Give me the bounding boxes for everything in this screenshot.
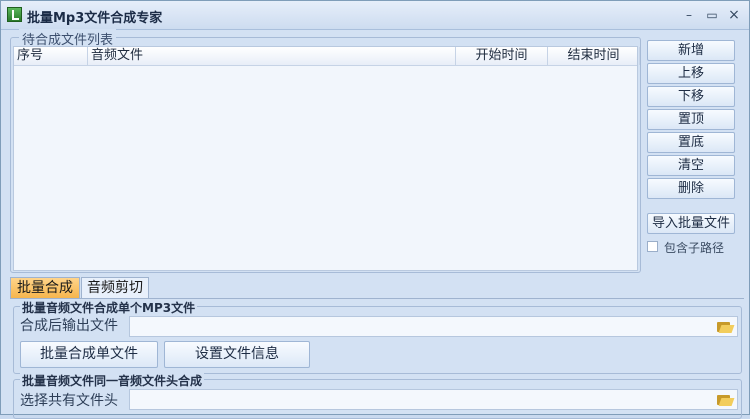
output-file-field[interactable] [129, 316, 738, 337]
import-batch-button[interactable]: 导入批量文件 [647, 213, 735, 234]
close-button[interactable]: × [725, 7, 743, 23]
app-icon [7, 7, 22, 22]
tab-audio-cut[interactable]: 音频剪切 [81, 277, 149, 299]
window-title: 批量Mp3文件合成专家 [27, 11, 163, 26]
output-file-label: 合成后输出文件 [20, 318, 118, 334]
column-header-start-time[interactable]: 开始时间 [456, 47, 548, 65]
common-header-label: 选择共有文件头 [20, 393, 118, 409]
file-list-group: 待合成文件列表 序号 音频文件 开始时间 结束时间 [10, 29, 641, 273]
merge-header-group-label: 批量音频文件同一音频文件头合成 [20, 372, 205, 389]
move-up-button[interactable]: 上移 [647, 63, 735, 84]
list-header: 序号 音频文件 开始时间 结束时间 [14, 47, 640, 66]
minimize-button[interactable]: – [680, 7, 698, 23]
column-header-index[interactable]: 序号 [14, 47, 88, 65]
merge-single-group-label: 批量音频文件合成单个MP3文件 [20, 299, 198, 316]
folder-open-icon[interactable] [717, 320, 735, 333]
move-top-button[interactable]: 置顶 [647, 109, 735, 130]
column-header-audio-file[interactable]: 音频文件 [88, 47, 456, 65]
tab-batch-merge[interactable]: 批量合成 [10, 277, 80, 299]
app-window: 批量Mp3文件合成专家 – ▭ × 待合成文件列表 序号 音频文件 开始时间 结… [0, 0, 750, 419]
maximize-button[interactable]: ▭ [703, 7, 721, 23]
add-button[interactable]: 新增 [647, 40, 735, 61]
set-file-info-button[interactable]: 设置文件信息 [164, 341, 310, 368]
delete-button[interactable]: 删除 [647, 178, 735, 199]
title-bar: 批量Mp3文件合成专家 – ▭ × [1, 1, 749, 30]
file-listview[interactable]: 序号 音频文件 开始时间 结束时间 [13, 46, 640, 271]
folder-open-icon[interactable] [717, 393, 735, 406]
column-header-end-time[interactable]: 结束时间 [548, 47, 640, 65]
common-header-field[interactable] [129, 389, 738, 410]
batch-merge-single-button[interactable]: 批量合成单文件 [20, 341, 158, 368]
include-subpath-checkbox[interactable] [647, 241, 658, 252]
move-bottom-button[interactable]: 置底 [647, 132, 735, 153]
move-down-button[interactable]: 下移 [647, 86, 735, 107]
clear-button[interactable]: 清空 [647, 155, 735, 176]
include-subpath-label: 包含子路径 [664, 241, 725, 255]
